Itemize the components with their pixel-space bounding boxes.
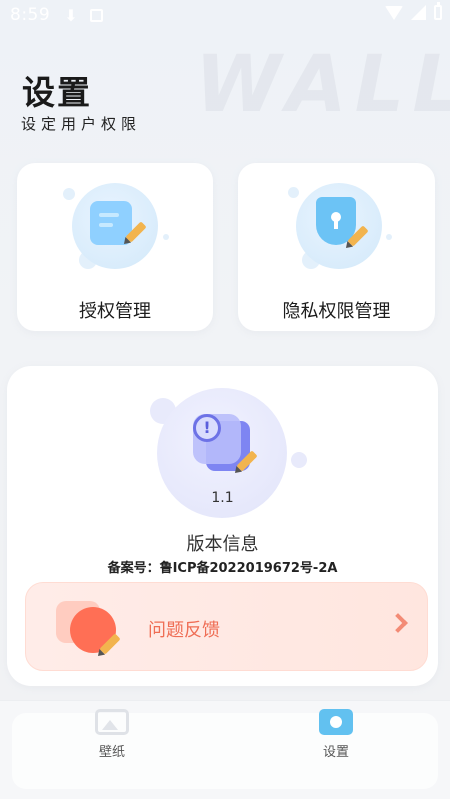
tab-settings-label: 设置 (322, 745, 349, 760)
document-edit-icon (72, 183, 158, 269)
decor-bubble (288, 187, 299, 198)
feedback-label: 问题反馈 (148, 620, 220, 641)
download-icon: ⬇ (64, 5, 78, 25)
chevron-right-icon (388, 613, 408, 633)
header-watermark: WALL (195, 40, 450, 130)
wifi-icon (385, 5, 403, 20)
feedback-button[interactable]: 问题反馈 (25, 582, 428, 671)
authorization-card[interactable]: 授权管理 (17, 163, 213, 331)
status-bar: 8:59 ⬇ (0, 0, 450, 30)
page-title: 设置 (22, 73, 92, 112)
decor-bubble (63, 188, 75, 200)
battery-icon (434, 2, 442, 20)
page-subtitle: 设定用户权限 (21, 115, 142, 133)
decor-bubble (291, 452, 307, 468)
tab-wallpaper-label: 壁纸 (98, 745, 125, 760)
image-icon (95, 709, 129, 735)
version-title: 版本信息 (186, 534, 259, 555)
version-number: 1.1 (211, 490, 234, 506)
status-time: 8:59 (10, 5, 51, 25)
privacy-label: 隐私权限管理 (282, 301, 391, 322)
decor-bubble (386, 234, 392, 240)
bottom-tab-bar: 壁纸 设置 (0, 700, 450, 799)
signal-icon (411, 5, 426, 20)
feedback-icon (56, 601, 121, 657)
tab-wallpaper[interactable]: 壁纸 (72, 709, 152, 760)
settings-icon (319, 709, 353, 735)
tab-settings[interactable]: 设置 (296, 709, 376, 760)
icp-record: 备案号：鲁ICP备2022019672号-2A (107, 561, 338, 576)
app-notification-icon (89, 8, 103, 22)
privacy-card[interactable]: 隐私权限管理 (238, 163, 435, 331)
shield-lock-icon (296, 183, 382, 269)
version-card: ! 1.1 版本信息 备案号：鲁ICP备2022019672号-2A 问题反馈 (7, 366, 438, 686)
authorization-label: 授权管理 (79, 301, 151, 322)
decor-bubble (163, 234, 169, 240)
